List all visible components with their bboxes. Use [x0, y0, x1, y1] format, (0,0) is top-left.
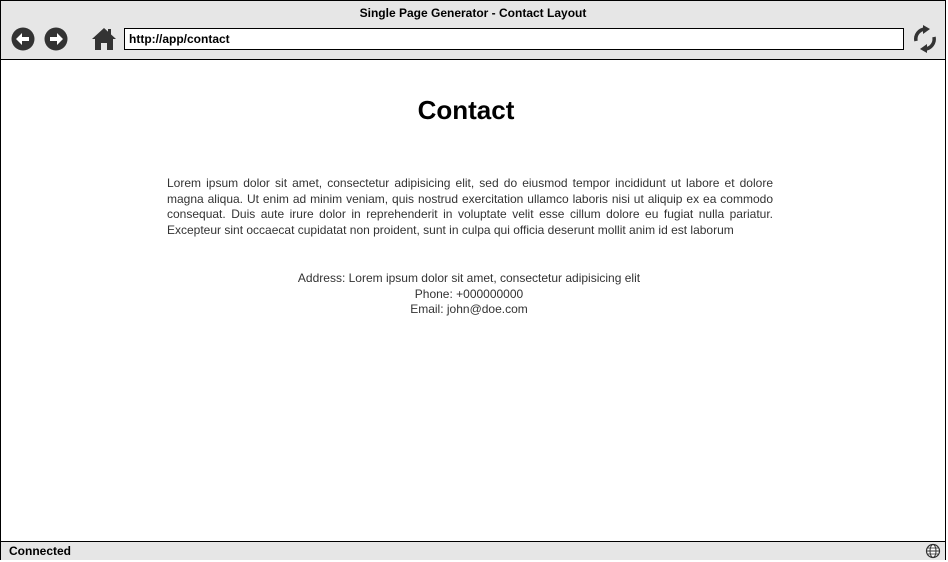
contact-address: Address: Lorem ipsum dolor sit amet, con…: [297, 271, 641, 285]
home-icon[interactable]: [91, 26, 117, 52]
browser-window: Single Page Generator - Contact Layout h…: [0, 0, 946, 560]
address-bar[interactable]: http://app/contact: [124, 28, 904, 50]
status-text: Connected: [9, 544, 72, 558]
arrow-right-icon[interactable]: [44, 27, 68, 51]
arrow-left-icon[interactable]: [11, 27, 35, 51]
intro-paragraph: Lorem ipsum dolor sit amet, consectetur …: [167, 176, 773, 237]
contact-phone: Phone: +000000000: [414, 286, 524, 301]
contact-email: Email: john@doe.com: [410, 302, 528, 316]
page-title: Contact: [417, 95, 515, 125]
contact-info: Address: Lorem ipsum dolor sit amet, con…: [169, 271, 769, 318]
status-bar: Connected: [1, 541, 945, 560]
refresh-icon[interactable]: [912, 25, 938, 53]
title-bar: Single Page Generator - Contact Layout h…: [1, 1, 945, 60]
window-title: Single Page Generator - Contact Layout: [359, 6, 587, 20]
globe-icon: [925, 543, 941, 559]
